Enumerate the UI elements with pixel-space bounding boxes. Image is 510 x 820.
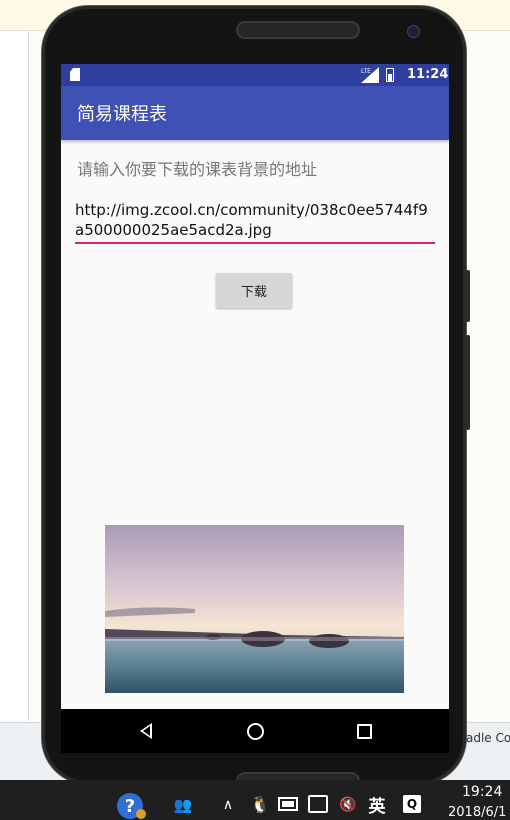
downloaded-background-image xyxy=(105,525,404,693)
battery-tray-icon[interactable] xyxy=(278,797,298,811)
volume-muted-icon[interactable]: 🔇 xyxy=(336,795,360,815)
download-button[interactable]: 下载 xyxy=(216,273,292,308)
power-button[interactable] xyxy=(466,270,470,322)
sd-card-icon xyxy=(70,68,80,81)
home-circle-icon[interactable] xyxy=(247,723,264,740)
status-bar: LTE 11:24 xyxy=(61,64,449,86)
ide-text-snippet: adle Co xyxy=(466,731,510,745)
people-icon[interactable]: 👥 xyxy=(173,795,193,815)
app-screen: LTE 11:24 简易课程表 请输入你要下载的课表背景的地址 http://i… xyxy=(61,64,449,752)
network-tray-icon[interactable] xyxy=(308,795,328,813)
top-speaker xyxy=(236,21,360,39)
status-time: 11:24 xyxy=(407,67,449,82)
taskbar-date[interactable]: 2018/6/1 xyxy=(448,805,510,820)
url-input[interactable]: http://img.zcool.cn/community/038c0ee574… xyxy=(75,200,435,244)
chevron-up-icon[interactable]: ∧ xyxy=(219,795,237,815)
desktop-left-panel xyxy=(0,31,29,721)
lte-signal-icon: LTE xyxy=(361,67,379,83)
battery-icon xyxy=(386,68,394,82)
recent-apps-square-icon[interactable] xyxy=(357,724,372,739)
app-toolbar: 简易课程表 xyxy=(61,86,449,140)
ime-indicator[interactable]: 英 xyxy=(366,793,388,817)
url-prompt-label: 请输入你要下载的课表背景的地址 xyxy=(77,160,318,179)
help-label: ? xyxy=(124,795,136,817)
back-triangle-icon[interactable] xyxy=(140,723,152,739)
help-badge xyxy=(136,809,146,819)
help-icon[interactable]: ? xyxy=(117,793,146,819)
lte-label: LTE xyxy=(361,68,371,75)
front-camera xyxy=(407,25,420,38)
volume-button[interactable] xyxy=(466,335,470,430)
app-title: 简易课程表 xyxy=(77,104,167,125)
qq-tray-icon[interactable]: 🐧 xyxy=(249,793,271,815)
search-icon[interactable]: Q xyxy=(403,795,421,813)
taskbar-time[interactable]: 19:24 xyxy=(448,784,510,800)
android-nav-bar xyxy=(61,709,449,753)
